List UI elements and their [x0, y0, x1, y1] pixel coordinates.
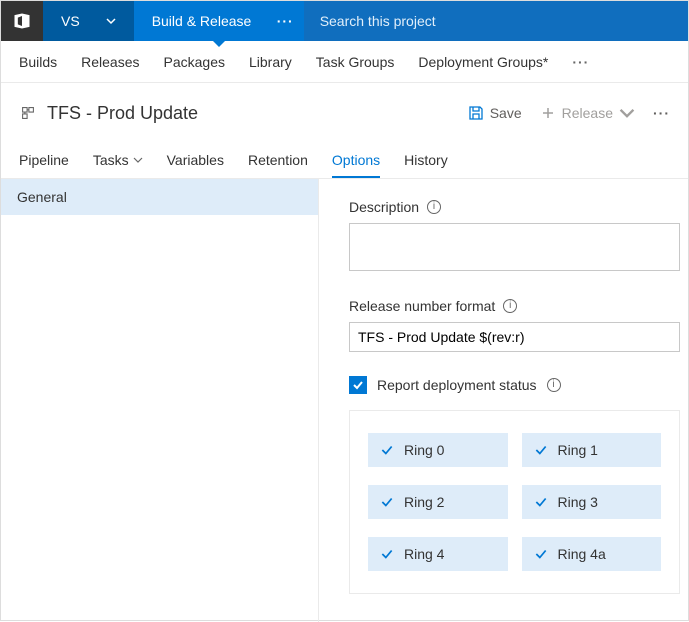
report-status-checkbox[interactable]: [349, 376, 367, 394]
checkmark-icon: [534, 443, 548, 457]
info-icon[interactable]: i: [503, 299, 517, 313]
description-input[interactable]: [349, 223, 680, 271]
ring-chip[interactable]: Ring 4: [368, 537, 508, 571]
hub-subnav: Builds Releases Packages Library Task Gr…: [1, 41, 688, 83]
checkmark-icon: [534, 547, 548, 561]
checkmark-icon: [380, 547, 394, 561]
hub-ellipsis-icon[interactable]: ···: [277, 13, 294, 29]
rings-container: Ring 0 Ring 1 Ring 2 Ring 3 Ring 4 Ring …: [349, 410, 680, 594]
subnav-releases[interactable]: Releases: [81, 54, 139, 70]
report-status-label: Report deployment status: [377, 377, 537, 393]
subnav-library[interactable]: Library: [249, 54, 292, 70]
description-label: Description: [349, 199, 419, 215]
search-input[interactable]: [320, 13, 672, 29]
release-definition-icon: [19, 104, 37, 122]
release-format-input[interactable]: [349, 322, 680, 352]
tab-retention[interactable]: Retention: [248, 152, 308, 178]
product-logo[interactable]: [1, 1, 43, 41]
tab-variables[interactable]: Variables: [167, 152, 224, 178]
checkmark-icon: [534, 495, 548, 509]
info-icon[interactable]: i: [547, 378, 561, 392]
save-button[interactable]: Save: [468, 105, 522, 121]
chevron-down-icon: [106, 13, 116, 29]
ring-chip[interactable]: Ring 1: [522, 433, 662, 467]
search-area[interactable]: [304, 1, 688, 41]
chevron-down-icon: [619, 105, 635, 121]
subnav-builds[interactable]: Builds: [19, 54, 57, 70]
breadcrumb-hub[interactable]: Build & Release ···: [134, 1, 304, 41]
breadcrumb-hub-label: Build & Release: [152, 13, 252, 29]
checkmark-icon: [380, 495, 394, 509]
tab-tasks[interactable]: Tasks: [93, 152, 143, 178]
info-icon[interactable]: i: [427, 200, 441, 214]
ring-chip[interactable]: Ring 3: [522, 485, 662, 519]
release-button[interactable]: Release: [540, 105, 635, 121]
subnav-deployment-groups[interactable]: Deployment Groups*: [418, 54, 548, 70]
checkmark-icon: [380, 443, 394, 457]
plus-icon: [540, 105, 556, 121]
chevron-down-icon: [133, 155, 143, 165]
ring-chip[interactable]: Ring 4a: [522, 537, 662, 571]
release-format-label: Release number format: [349, 298, 495, 314]
breadcrumb-project[interactable]: VS: [43, 1, 134, 41]
ring-chip[interactable]: Ring 2: [368, 485, 508, 519]
more-actions-icon[interactable]: ···: [653, 105, 670, 121]
tab-pipeline[interactable]: Pipeline: [19, 152, 69, 178]
tab-history[interactable]: History: [404, 152, 448, 178]
breadcrumb-project-label: VS: [61, 13, 80, 29]
checkmark-icon: [352, 379, 364, 391]
page-title: TFS - Prod Update: [47, 103, 458, 124]
subnav-task-groups[interactable]: Task Groups: [316, 54, 395, 70]
subnav-packages[interactable]: Packages: [164, 54, 225, 70]
save-icon: [468, 105, 484, 121]
subnav-overflow-icon[interactable]: ···: [572, 54, 589, 70]
tab-options[interactable]: Options: [332, 152, 380, 178]
sidebar-item-general[interactable]: General: [1, 179, 318, 215]
ring-chip[interactable]: Ring 0: [368, 433, 508, 467]
